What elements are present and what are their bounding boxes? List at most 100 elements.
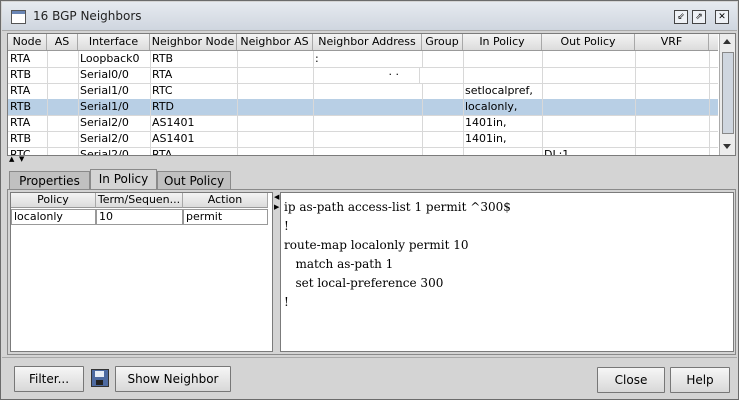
cell-vrf [635,147,710,155]
config-line: set local-preference 300 [284,276,444,290]
cell-neighbor-node: AS1401 [150,131,238,147]
scroll-down-icon[interactable] [723,144,731,149]
cell-vrf [635,131,710,147]
maximize-icon[interactable]: ⇗ [692,10,706,24]
cell-neighbor-node: AS1401 [150,115,238,131]
window-title: 16 BGP Neighbors [33,9,142,23]
save-icon[interactable] [91,369,109,387]
config-line: ! [284,295,289,309]
cell-node: RTB [8,99,48,115]
cell-group [422,131,464,147]
tab-in-policy[interactable]: In Policy [90,169,157,191]
config-line: route-map localonly permit 10 [284,238,469,252]
cell-out-policy [542,51,636,67]
table-header: Node AS Interface Neighbor Node Neighbor… [8,34,718,51]
policy-config-text[interactable]: ip as-path access-list 1 permit ^300$ ! … [280,192,734,352]
close-icon[interactable]: ✕ [715,10,729,24]
col-neighbor-address[interactable]: Neighbor Address [313,34,422,50]
cell-neighbor-node: RTA [150,67,238,83]
cell-out-policy [542,83,636,99]
in-policy-panel: Policy Term/Sequen... Action localonly 1… [7,189,736,355]
cell-group [422,147,464,155]
cell-in-policy: setlocalpref, [463,83,543,99]
table-vertical-scrollbar[interactable] [719,34,735,155]
col-as[interactable]: AS [47,34,78,50]
col-vrf[interactable]: VRF [635,34,709,50]
cell-neighbor-address: · · [313,67,420,83]
table-row[interactable]: RTA Loopback0 RTB : [8,51,718,68]
cell-neighbor-as [237,115,314,131]
filter-button[interactable]: Filter... [14,366,84,392]
button-bar: Filter... Show Neighbor Close Help [2,357,737,400]
col-out-policy[interactable]: Out Policy [542,34,635,50]
cell-group [422,51,464,67]
col-neighbor-as[interactable]: Neighbor AS [237,34,313,50]
cell-policy[interactable]: localonly [11,209,96,225]
col-action[interactable]: Action [183,193,268,208]
col-node[interactable]: Node [8,34,47,50]
col-interface[interactable]: Interface [78,34,150,50]
cell-node: RTB [8,67,48,83]
cell-interface: Serial0/0 [78,67,151,83]
cell-group [422,115,464,131]
cell-as [47,51,79,67]
scrollbar-thumb[interactable] [722,52,734,134]
cell-as [47,83,79,99]
cell-interface: Serial1/0 [78,83,151,99]
collapse-up-icon[interactable]: ▲ [9,156,14,163]
cell-group [422,99,464,115]
cell-as [47,67,79,83]
cell-neighbor-node: RTB [150,51,238,67]
col-policy[interactable]: Policy [11,193,96,208]
cell-vrf [635,83,710,99]
table-row-selected[interactable]: RTB Serial1/0 RTD localonly, [8,99,718,116]
cell-action[interactable]: permit [183,209,268,225]
cell-vrf [635,67,710,83]
col-neighbor-node[interactable]: Neighbor Node [150,34,237,50]
table-row[interactable]: RTB Serial2/0 AS1401 1401in, [8,131,718,148]
cell-neighbor-address [313,147,423,155]
scroll-up-icon[interactable] [723,39,731,44]
col-in-policy[interactable]: In Policy [463,34,542,50]
tab-out-policy[interactable]: Out Policy [157,171,231,190]
title-bar[interactable]: 16 BGP Neighbors ⇙ ⇗ ✕ [2,2,737,31]
tab-properties[interactable]: Properties [9,171,90,190]
table-row[interactable]: RTA Serial1/0 RTC setlocalpref, [8,83,718,100]
help-button[interactable]: Help [670,367,730,393]
cell-out-policy [542,115,636,131]
cell-neighbor-node: RTC [150,83,238,99]
config-line: ip as-path access-list 1 permit ^300$ [284,200,511,214]
cell-vrf [635,99,710,115]
collapse-down-icon[interactable]: ▼ [19,156,24,163]
cell-term[interactable]: 10 [96,209,183,225]
cell-neighbor-as [237,99,314,115]
cell-as [47,99,79,115]
horizontal-splitter[interactable]: ▲ ▼ [7,156,734,164]
policy-table[interactable]: Policy Term/Sequen... Action localonly 1… [10,192,273,352]
table-row[interactable]: RTC Serial2/0 RTA DL:1 [8,147,718,155]
cell-out-policy [542,67,636,83]
cell-neighbor-address [313,115,423,131]
table-row[interactable]: RTA Serial2/0 AS1401 1401in, [8,115,718,132]
cell-group [422,67,464,83]
show-neighbor-button[interactable]: Show Neighbor [115,366,231,392]
table-row[interactable]: RTB Serial0/0 RTA · · [8,67,718,84]
cell-in-policy [463,51,543,67]
cell-neighbor-address [313,83,423,99]
cell-in-policy [463,147,543,155]
collapse-right-icon[interactable]: ▶ [274,204,279,211]
cell-neighbor-as [237,131,314,147]
col-term-sequence[interactable]: Term/Sequen... [96,193,183,208]
collapse-left-icon[interactable]: ◀ [274,194,279,201]
cell-interface: Serial2/0 [78,115,151,131]
cell-interface: Serial2/0 [78,147,151,155]
cell-neighbor-address: : [313,51,423,67]
cell-group [422,83,464,99]
neighbors-table[interactable]: Node AS Interface Neighbor Node Neighbor… [7,33,736,156]
cell-out-policy: DL:1 [542,147,636,155]
col-group[interactable]: Group [422,34,463,50]
close-button[interactable]: Close [597,367,665,393]
bgp-neighbors-window: 16 BGP Neighbors ⇙ ⇗ ✕ Node AS Interface… [0,0,739,400]
restore-icon[interactable]: ⇙ [674,10,688,24]
cell-in-policy: localonly, [463,99,543,115]
